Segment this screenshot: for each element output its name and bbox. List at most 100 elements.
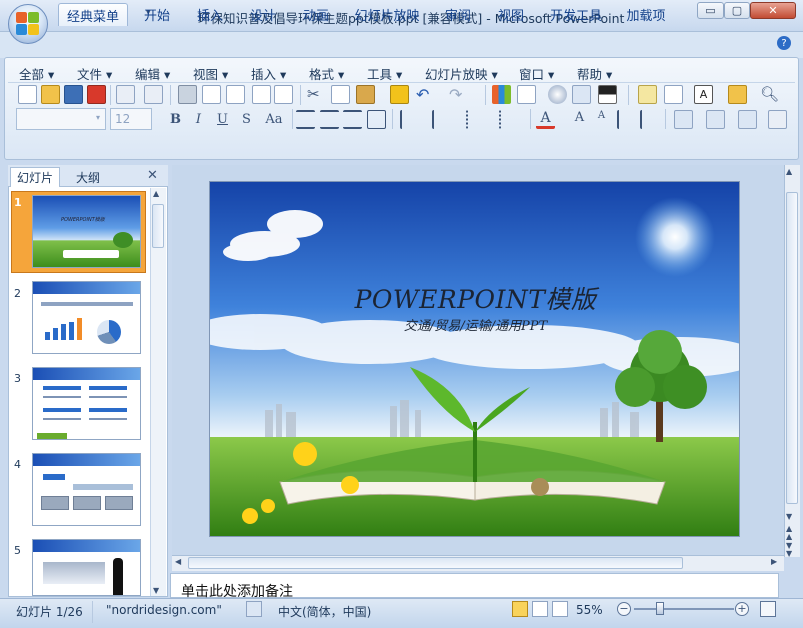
slide-canvas[interactable]: POWERPOINT模版 交通/贸易/运输/通用PPT [209, 181, 740, 537]
menu-all[interactable]: 全部 ▾ [19, 64, 54, 83]
language-indicator[interactable]: 中文(简体，中国) [278, 603, 371, 620]
bold-button[interactable]: B [166, 110, 185, 129]
slide-thumbnail-4[interactable] [32, 453, 141, 526]
underline-button[interactable]: U [213, 110, 232, 129]
menu-help[interactable]: 帮助 ▾ [577, 64, 612, 83]
align-right-icon[interactable] [343, 110, 362, 129]
paste-icon[interactable] [356, 85, 375, 104]
shadow-button[interactable]: S [237, 110, 256, 129]
scroll-down-icon[interactable]: ▼ [786, 512, 792, 521]
tab-outline[interactable]: 大纲 [62, 167, 114, 187]
slides-pane-scrollbar[interactable] [150, 188, 166, 596]
research-book-icon[interactable] [274, 85, 293, 104]
find-icon[interactable]: 🔍︎ [760, 85, 779, 104]
slide-subtitle[interactable]: 交通/贸易/运输/通用PPT [210, 315, 739, 334]
print-icon[interactable] [178, 85, 197, 104]
font-size-combo[interactable]: 12 [110, 108, 152, 130]
numbering-icon[interactable] [466, 110, 485, 129]
permission-icon[interactable] [87, 85, 106, 104]
shape-fill-icon[interactable] [768, 110, 787, 129]
font-name-combo[interactable] [16, 108, 106, 130]
scroll-left-icon[interactable]: ◀ [175, 557, 181, 566]
open-icon[interactable] [41, 85, 60, 104]
slide-thumbnail-2[interactable] [32, 281, 141, 354]
arrange-icon[interactable] [674, 110, 693, 129]
menu-format[interactable]: 格式 ▾ [309, 64, 344, 83]
tab-developer[interactable]: 开发工具 [548, 3, 604, 26]
shrink-font-icon[interactable]: A [592, 110, 611, 129]
chevron-down-icon[interactable]: ▾ [96, 113, 100, 122]
help-icon[interactable]: ? [777, 36, 791, 50]
tab-insert[interactable]: 插入 [193, 3, 227, 26]
tab-animation[interactable]: 动画 [299, 3, 333, 26]
menu-view[interactable]: 视图 ▾ [193, 64, 228, 83]
line-spacing-icon[interactable] [432, 110, 451, 129]
tab-design[interactable]: 设计 [246, 3, 280, 26]
restore-button[interactable]: ▢ [724, 2, 750, 19]
save-icon[interactable] [64, 85, 83, 104]
normal-view-icon[interactable] [512, 601, 528, 617]
notes-pane[interactable]: 单击此处添加备注 [170, 573, 779, 600]
menu-insert[interactable]: 插入 ▾ [251, 64, 286, 83]
menu-slideshow[interactable]: 幻灯片放映 ▾ [425, 64, 498, 83]
folder-icon[interactable] [728, 85, 747, 104]
email-icon[interactable] [116, 85, 135, 104]
slide-thumbnail-1[interactable]: POWERPOINT模版 [32, 195, 141, 268]
menu-window[interactable]: 窗口 ▾ [519, 64, 554, 83]
tab-classic-menu[interactable]: 经典菜单 [58, 3, 128, 26]
increase-indent-icon[interactable] [640, 110, 659, 129]
scroll-up-icon[interactable]: ▲ [786, 167, 792, 176]
previous-slide-icon[interactable]: ▲ ▲ [786, 525, 792, 541]
fit-to-window-icon[interactable] [760, 601, 776, 617]
spell-check-icon[interactable] [246, 601, 262, 617]
tab-slides[interactable]: 幻灯片 [10, 167, 60, 187]
slideshow-view-icon[interactable] [552, 601, 568, 617]
zoom-out-icon[interactable]: − [617, 602, 631, 616]
new-icon[interactable] [18, 85, 37, 104]
scroll-right-icon[interactable]: ▶ [771, 557, 777, 566]
menu-file[interactable]: 文件 ▾ [77, 64, 112, 83]
print-preview-icon[interactable] [202, 85, 221, 104]
text-direction-icon[interactable] [400, 110, 419, 129]
align-left-icon[interactable] [296, 110, 315, 129]
menu-tools[interactable]: 工具 ▾ [367, 64, 402, 83]
tab-view[interactable]: 视图 [494, 3, 528, 26]
redo-icon[interactable]: ↷ [449, 85, 468, 104]
chart-icon[interactable] [492, 85, 511, 104]
zoom-slider-thumb[interactable] [656, 602, 664, 615]
close-pane-icon[interactable]: ✕ [147, 168, 158, 183]
tab-review[interactable]: 审阅 [441, 3, 475, 26]
next-slide-icon[interactable]: ▼ ▼ [786, 542, 792, 558]
change-case-button[interactable]: Aa [260, 110, 288, 129]
tab-addins[interactable]: 加载项 [624, 3, 668, 26]
slide-thumbnail-3[interactable] [32, 367, 141, 440]
decrease-indent-icon[interactable] [617, 110, 636, 129]
slide-title[interactable]: POWERPOINT模版 [210, 280, 739, 316]
font-color-icon[interactable]: A [536, 110, 555, 129]
scroll-thumb[interactable] [786, 192, 798, 504]
scroll-down-icon[interactable]: ▼ [153, 586, 159, 595]
minimize-button[interactable]: ▭ [697, 2, 724, 19]
close-button[interactable]: ✕ [750, 2, 796, 19]
align-center-icon[interactable] [320, 110, 339, 129]
grayscale-icon[interactable] [572, 85, 591, 104]
bullets-icon[interactable] [499, 110, 518, 129]
italic-button[interactable]: I [189, 110, 208, 129]
zoom-icon[interactable] [548, 85, 567, 104]
format-painter-icon[interactable] [390, 85, 409, 104]
zoom-slider-track[interactable] [634, 608, 734, 610]
zoom-level[interactable]: 55% [576, 603, 603, 617]
cut-icon[interactable]: ✂ [307, 85, 326, 104]
scroll-thumb[interactable] [152, 204, 164, 248]
scroll-thumb[interactable] [188, 557, 683, 569]
justify-icon[interactable] [367, 110, 386, 129]
menu-edit[interactable]: 编辑 ▾ [135, 64, 170, 83]
research-icon[interactable] [144, 85, 163, 104]
new-slide-icon[interactable] [638, 85, 657, 104]
text-box-icon[interactable]: A [694, 85, 713, 104]
slide-sorter-icon[interactable] [532, 601, 548, 617]
color-view-icon[interactable] [598, 85, 617, 104]
scroll-up-icon[interactable]: ▲ [153, 189, 159, 198]
zoom-in-icon[interactable]: + [735, 602, 749, 616]
grow-font-icon[interactable]: A [570, 110, 589, 129]
